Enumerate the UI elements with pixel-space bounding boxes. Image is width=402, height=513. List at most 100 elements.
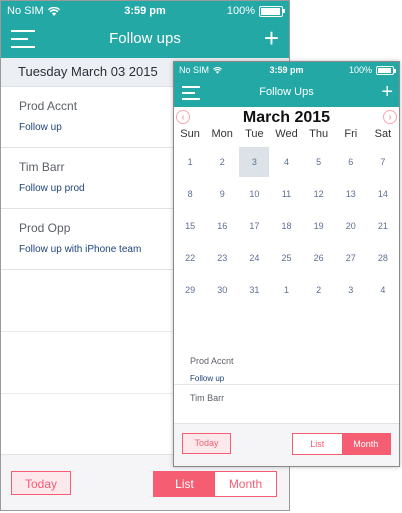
status-bar: No SIM 3:59 pm 100% [174,62,399,80]
calendar-day[interactable]: 1 [174,146,206,178]
calendar-day[interactable]: 14 [367,178,399,210]
day-followup-list: Prod Accnt Follow up Tim Barr [174,340,399,410]
calendar-day-number: 26 [313,253,324,263]
month-view-screen: No SIM 3:59 pm 100% Follow Ups + ‹ March… [173,61,400,467]
calendar-day[interactable]: 31 [238,274,270,306]
calendar-day[interactable]: 4 [367,274,399,306]
nav-bar: Follow ups + [1,21,289,58]
calendar-day-number: 24 [249,253,260,263]
item-name: Tim Barr [19,160,65,174]
calendar-day-number: 18 [281,221,292,231]
item-note: Follow up with iPhone team [19,244,142,255]
calendar-day[interactable]: 7 [367,146,399,178]
chevron-left-icon[interactable]: ‹ [176,110,190,124]
calendar-day[interactable]: 25 [270,242,302,274]
calendar-day[interactable]: 20 [335,210,367,242]
calendar-day-number: 8 [187,189,193,199]
weekday-label: Fri [344,128,358,140]
calendar-day-number: 3 [348,285,354,295]
calendar-day[interactable]: 5 [303,146,335,178]
list-item[interactable]: Tim Barr [174,385,399,410]
calendar-day-number: 4 [380,285,386,295]
calendar-day-number: 15 [185,221,196,231]
weekday-label: Mon [211,128,233,140]
calendar-day-number: 4 [283,157,289,167]
calendar-day[interactable]: 6 [335,146,367,178]
nav-bar: Follow Ups + [174,80,399,107]
calendar-day[interactable]: 24 [238,242,270,274]
calendar-day-number: 3 [239,147,270,177]
calendar-day[interactable]: 17 [238,210,270,242]
calendar-day[interactable]: 11 [270,178,302,210]
calendar-day-number: 20 [345,221,356,231]
calendar-day[interactable]: 12 [303,178,335,210]
calendar-day-number: 25 [281,253,292,263]
weekday-label: Sun [180,128,200,140]
calendar-day[interactable]: 8 [174,178,206,210]
calendar-day[interactable]: 10 [238,178,270,210]
list-toggle-button[interactable]: List [154,472,215,496]
weekday-label: Thu [309,128,329,140]
list-item[interactable]: Prod Accnt Follow up [174,340,399,385]
item-name: Tim Barr [190,393,225,403]
calendar-day[interactable]: 9 [206,178,238,210]
calendar-day[interactable]: 4 [270,146,302,178]
item-name: Prod Accnt [19,99,78,113]
month-toggle-button[interactable]: Month [341,434,390,454]
calendar-day[interactable]: 2 [206,146,238,178]
calendar-day-number: 28 [377,253,388,263]
list-toggle-button[interactable]: List [293,434,342,454]
calendar-grid: 1 2 3 4 5 6 7 8 9 10 11 12 13 14 15 16 17 18 19 20 21 22 23 24 2… [174,146,399,306]
bottom-toolbar: Today List Month [174,423,399,466]
calendar-day[interactable]: 23 [206,242,238,274]
status-bar: No SIM 3:59 pm 100% [1,1,289,21]
calendar-day[interactable]: 1 [270,274,302,306]
calendar-day-number: 30 [217,285,228,295]
calendar-day-number: 10 [249,189,260,199]
calendar-day-number: 13 [345,189,356,199]
calendar-day[interactable]: 3 [238,146,270,178]
plus-icon[interactable]: + [381,81,393,103]
calendar-day[interactable]: 15 [174,210,206,242]
calendar-day-number: 19 [313,221,324,231]
calendar-day-number: 23 [217,253,228,263]
calendar-day[interactable]: 16 [206,210,238,242]
weekday-label: Sat [374,128,392,140]
weekday-label: Tue [245,128,264,140]
calendar-day[interactable]: 22 [174,242,206,274]
calendar-day-number: 16 [217,221,228,231]
plus-icon[interactable]: + [264,25,279,51]
calendar-day[interactable]: 26 [303,242,335,274]
calendar-day-number: 1 [187,157,193,167]
calendar-day[interactable]: 27 [335,242,367,274]
calendar-day[interactable]: 13 [335,178,367,210]
calendar-day[interactable]: 21 [367,210,399,242]
item-name: Prod Opp [19,221,71,235]
battery-percent: 100% [348,65,372,75]
calendar-day[interactable]: 18 [270,210,302,242]
calendar-day-number: 12 [313,189,324,199]
chevron-right-icon[interactable]: › [383,110,397,124]
page-title: Follow ups [109,30,181,47]
calendar-day[interactable]: 3 [335,274,367,306]
today-button[interactable]: Today [182,433,231,454]
battery-icon [376,65,396,75]
month-toggle-button[interactable]: Month [215,472,276,496]
calendar-day-number: 2 [316,285,322,295]
calendar-day-number: 1 [283,285,289,295]
today-button[interactable]: Today [11,471,71,495]
month-title: March 2015 [242,109,331,126]
item-note: Follow up prod [19,183,85,194]
calendar-day-number: 7 [380,157,386,167]
calendar-day-number: 11 [281,189,292,199]
battery-percent: 100% [226,5,255,17]
calendar-day[interactable]: 2 [303,274,335,306]
page-title: Follow Ups [259,86,314,98]
calendar-day[interactable]: 28 [367,242,399,274]
calendar-day[interactable]: 30 [206,274,238,306]
view-toggle: List Month [153,471,277,497]
calendar-day-number: 9 [219,189,225,199]
calendar-day[interactable]: 19 [303,210,335,242]
calendar-day-number: 29 [185,285,196,295]
calendar-day[interactable]: 29 [174,274,206,306]
